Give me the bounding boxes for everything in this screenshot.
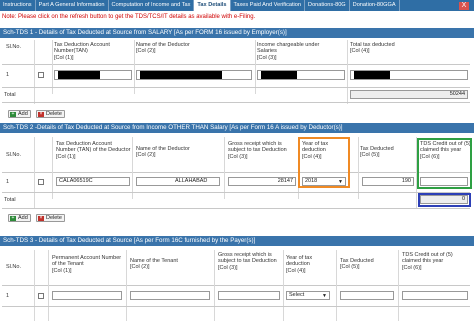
s1-row-number: 1	[6, 72, 10, 78]
s2-col-tax: Tax Deducted [Col (5)]	[360, 146, 394, 159]
section2-header: Sch-TDS 2 -Details of Tax Deducted at So…	[0, 123, 474, 133]
tab-instructions[interactable]: Instructions	[0, 0, 36, 11]
section3-header: Sch-TDS 3 - Details of Tax Deducted at S…	[0, 236, 474, 246]
s2-tan-input[interactable]: CALA06519C	[56, 177, 130, 186]
s3-col-tenant: Name of the Tenant [Col (2)]	[130, 258, 178, 271]
delete-icon: ×	[38, 111, 44, 117]
s3-row-number: 1	[6, 293, 10, 299]
divider	[2, 208, 470, 209]
s2-row-checkbox[interactable]	[38, 179, 44, 185]
divider	[398, 250, 399, 321]
divider	[283, 250, 284, 321]
s1-add-button[interactable]: + Add	[8, 110, 31, 118]
s2-col-tan: Tax Deduction Account Number (TAN) of th…	[56, 141, 131, 160]
divider	[48, 250, 49, 321]
divider	[336, 250, 337, 321]
s1-col-salary: Income chargeable under Salaries [Col (3…	[257, 42, 320, 61]
highlight-claimed-column	[417, 138, 472, 189]
chevron-down-icon: ▼	[322, 293, 327, 299]
divider	[2, 64, 470, 65]
redaction-bar	[354, 71, 390, 79]
s3-row-checkbox[interactable]	[38, 293, 44, 299]
divider	[214, 250, 215, 321]
add-label: Add	[18, 111, 28, 117]
s3-col-claimed: TDS Credit out of (5) claimed this year …	[402, 252, 453, 271]
s2-add-button[interactable]: + Add	[8, 214, 31, 222]
close-icon[interactable]: X	[459, 2, 469, 10]
s3-gross-input[interactable]	[218, 291, 280, 300]
tab-bar: Instructions Part A General Information Co…	[0, 0, 474, 11]
tab-donation-80gga[interactable]: Donation-80GGA	[350, 0, 400, 11]
divider	[347, 40, 348, 104]
s2-col-gross: Gross receipt which is subject to tax De…	[228, 141, 287, 160]
s2-gross-input[interactable]: 28147	[228, 177, 296, 186]
s3-year-placeholder: Select	[289, 292, 305, 298]
redaction-bar	[140, 71, 222, 79]
s2-tax-input[interactable]: 190	[362, 177, 414, 186]
redaction-bar	[261, 71, 297, 79]
divider	[255, 40, 256, 94]
divider	[2, 102, 470, 103]
s3-claimed-input[interactable]	[402, 291, 468, 300]
s1-total-value: 50244	[350, 90, 468, 99]
divider	[2, 192, 470, 193]
s2-delete-button[interactable]: × Delete	[36, 214, 65, 222]
divider	[2, 87, 470, 88]
delete-icon: ×	[38, 215, 44, 221]
s3-col-slno: Sl.No.	[6, 264, 21, 270]
s3-tax-input[interactable]	[340, 291, 394, 300]
divider	[52, 137, 53, 199]
highlight-year-column	[298, 137, 350, 188]
add-label: Add	[18, 215, 28, 221]
redaction-bar	[58, 71, 100, 79]
s1-col-slno: Sl.No.	[6, 44, 21, 50]
s2-col-deductor: Name of the Deductor [Col (2)]	[136, 146, 190, 159]
s2-row-number: 1	[6, 179, 10, 185]
s1-delete-button[interactable]: × Delete	[36, 110, 65, 118]
divider	[34, 250, 35, 321]
delete-label: Delete	[46, 111, 62, 117]
s1-col-tan: Tax Deduction Account Number(TAN) [Col (…	[54, 42, 110, 61]
tab-donations-80g[interactable]: Donations-80G	[305, 0, 350, 11]
s2-total-label: Total	[4, 197, 16, 203]
s3-col-tax: Tax Deducted [Col (5)]	[340, 258, 374, 271]
divider	[126, 250, 127, 321]
s3-col-year: Year of tax deduction [Col (4)]	[286, 255, 313, 274]
s3-pan-input[interactable]	[52, 291, 122, 300]
tab-general-information[interactable]: Part A General Information	[36, 0, 109, 11]
divider	[34, 137, 35, 209]
tab-tax-details[interactable]: Tax Details	[194, 0, 231, 11]
tab-computation[interactable]: Computation of Income and Tax	[109, 0, 195, 11]
delete-label: Delete	[46, 215, 62, 221]
s3-col-gross: Gross receipt which is subject to tax De…	[218, 252, 277, 271]
divider	[358, 137, 359, 199]
refresh-note: Note: Please click on the refresh button…	[2, 14, 256, 20]
divider	[134, 40, 135, 94]
s1-col-total: Total tax deducted [Col (4)]	[350, 42, 395, 55]
s3-year-select[interactable]: Select ▼	[286, 291, 330, 300]
plus-icon: +	[10, 111, 16, 117]
divider	[2, 306, 470, 307]
s2-col-slno: Sl.No.	[6, 152, 21, 158]
divider	[2, 285, 470, 286]
s1-row-checkbox[interactable]	[38, 72, 44, 78]
divider	[34, 40, 35, 104]
divider	[2, 172, 470, 173]
tab-taxes-paid[interactable]: Taxes Paid And Verification	[231, 0, 306, 11]
s2-deductor-input[interactable]: ALLAHABAD BANK	[136, 177, 220, 186]
highlight-total-value	[418, 193, 471, 207]
divider	[132, 137, 133, 199]
s1-total-label: Total	[4, 92, 16, 98]
s3-tenant-input[interactable]	[130, 291, 210, 300]
plus-icon: +	[10, 215, 16, 221]
s3-col-pan: Permanent Account Number of the Tenant […	[52, 255, 122, 274]
divider	[224, 137, 225, 199]
section1-header: Sch-TDS 1 - Details of Tax Deducted at S…	[0, 28, 474, 38]
divider	[52, 40, 53, 94]
s1-col-deductor: Name of the Deductor [Col (2)]	[136, 42, 190, 55]
